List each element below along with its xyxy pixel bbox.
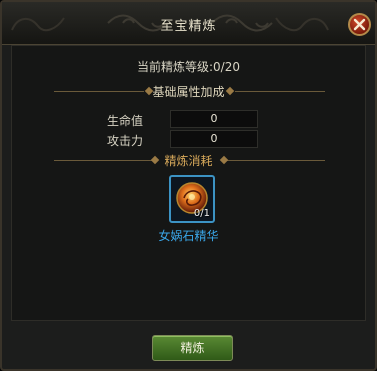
- close-icon: [353, 18, 366, 31]
- attribute-name: 生命值: [107, 114, 144, 128]
- attribute-row-attack: 攻击力 0: [107, 130, 267, 148]
- attribute-name: 攻击力: [107, 134, 144, 148]
- refine-cost-section-header: 精炼消耗: [12, 152, 365, 168]
- attribute-row-hp: 生命值 0: [107, 110, 267, 128]
- attribute-section-header: 基础属性加成: [12, 83, 365, 99]
- attribute-section-label: 基础属性加成: [152, 85, 225, 99]
- refine-button[interactable]: 精炼: [152, 335, 233, 361]
- refine-cost-section-label: 精炼消耗: [164, 154, 213, 168]
- attribute-value: 0: [170, 130, 258, 148]
- title-bar[interactable]: 至宝精炼: [2, 2, 375, 45]
- item-name-link[interactable]: 女娲石精华: [12, 227, 365, 244]
- item-slot[interactable]: 0/1: [169, 175, 215, 223]
- refine-level-text: 当前精炼等级:0/20: [137, 60, 240, 74]
- item-count: 0/1: [193, 208, 210, 219]
- attribute-value: 0: [170, 110, 258, 128]
- refine-dialog: 至宝精炼 当前精炼等级:0/20 基础属性加成 生命值 0 攻击力 0 精炼消耗…: [0, 0, 377, 371]
- content-panel: 当前精炼等级:0/20 基础属性加成 生命值 0 攻击力 0 精炼消耗 0/1 …: [11, 45, 366, 321]
- dialog-title: 至宝精炼: [160, 19, 217, 34]
- close-button[interactable]: [348, 13, 371, 36]
